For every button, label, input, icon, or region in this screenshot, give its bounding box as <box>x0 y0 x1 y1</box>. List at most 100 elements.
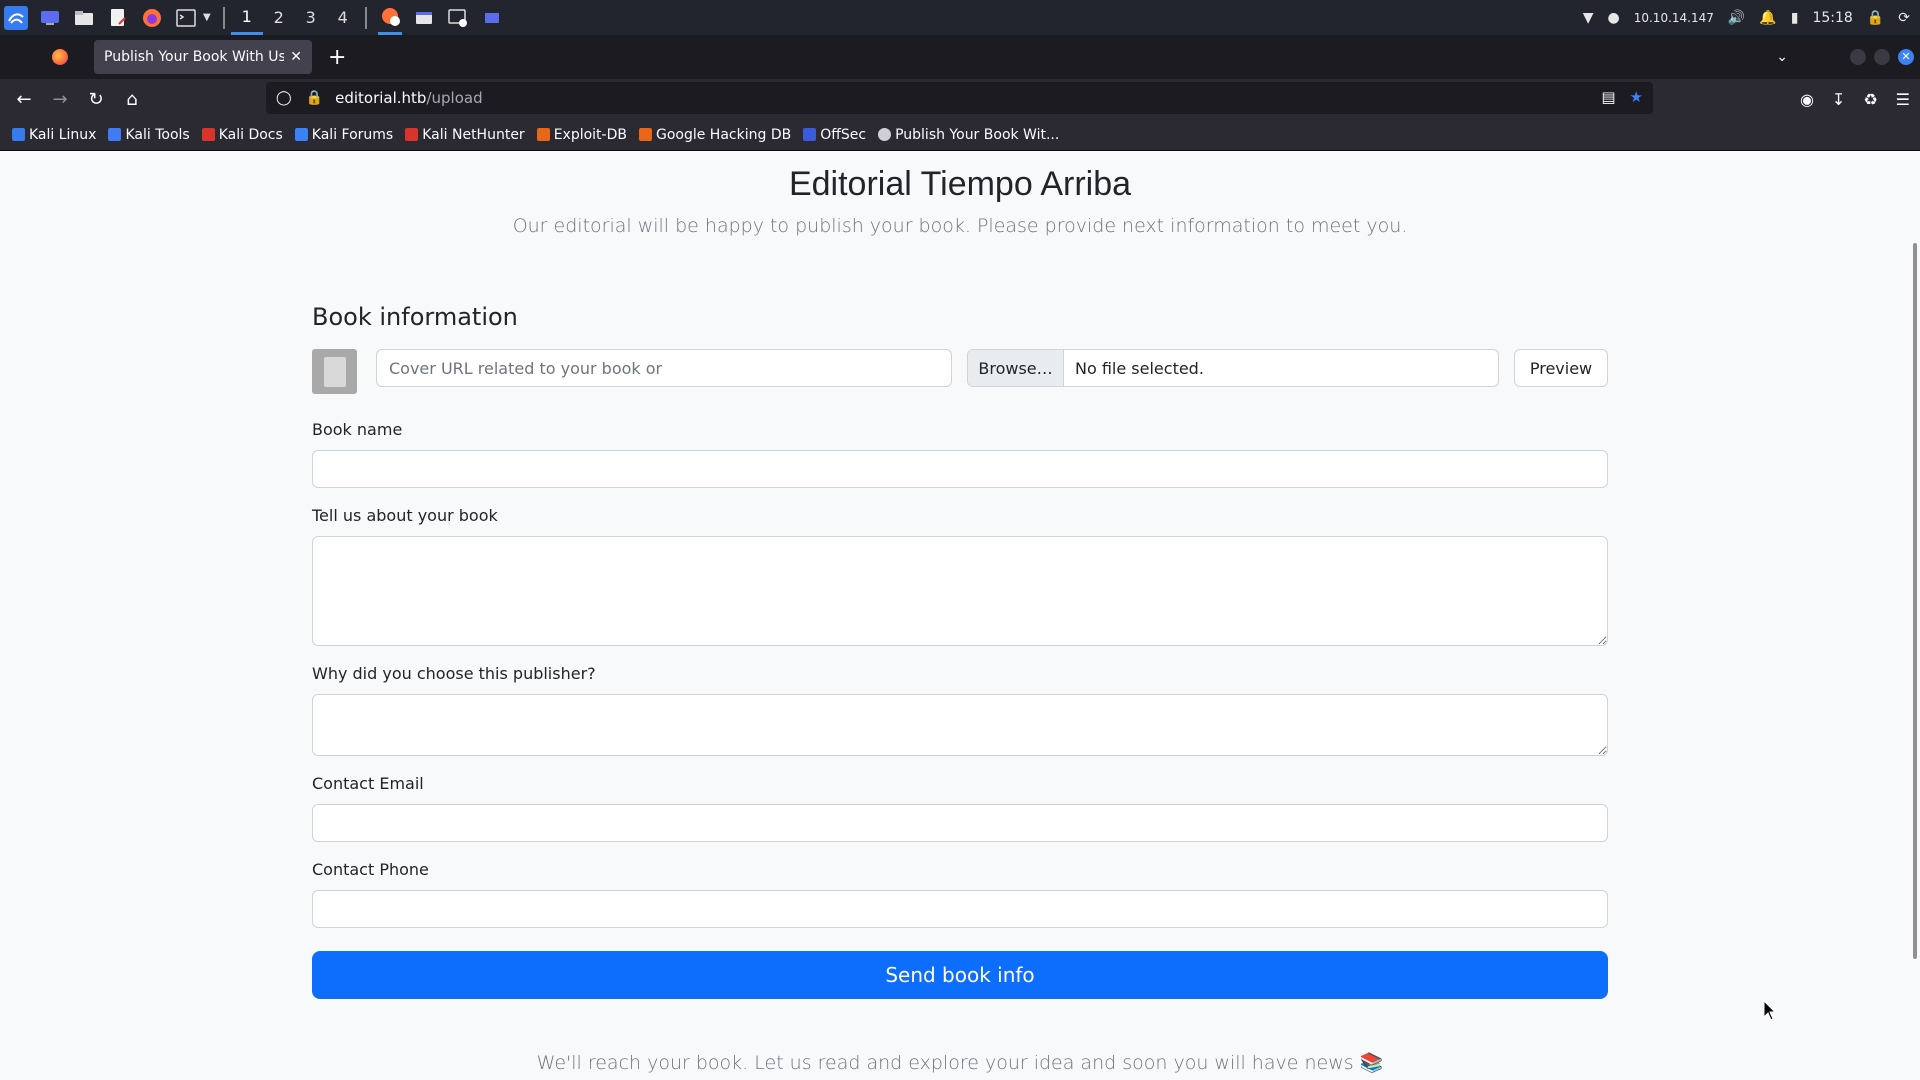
home-icon[interactable]: ⌂ <box>114 89 150 110</box>
downloads-icon[interactable]: ↧ <box>1832 90 1845 109</box>
workspace-4[interactable]: 4 <box>327 0 359 35</box>
file-status: No file selected. <box>1075 358 1204 378</box>
bookmark-label: Kali Tools <box>125 126 190 143</box>
bookmark-label: Kali Linux <box>29 126 97 143</box>
close-tab-icon[interactable]: ✕ <box>290 49 302 65</box>
clock[interactable]: 15:18 <box>1812 10 1852 26</box>
minimize-window-icon[interactable] <box>1850 49 1866 65</box>
pocket-icon[interactable]: ◉ <box>1800 90 1814 109</box>
offsec-icon <box>803 128 817 141</box>
contact-phone-input[interactable] <box>312 890 1608 928</box>
app-menu-icon[interactable]: ☰ <box>1896 90 1910 109</box>
close-window-icon[interactable]: ✕ <box>1898 49 1914 65</box>
kali-docs-icon <box>201 128 215 141</box>
notification-bell-icon[interactable]: 🔔 <box>1759 10 1776 26</box>
desktop-icon[interactable] <box>38 6 62 30</box>
back-icon[interactable]: ← <box>6 89 42 110</box>
bookmark-kali-linux[interactable]: Kali Linux <box>12 127 96 143</box>
exploit-db-icon <box>536 128 550 141</box>
reader-view-icon[interactable]: ▤ <box>1601 88 1615 106</box>
bookmark-label: Kali NetHunter <box>422 126 525 143</box>
bookmark-kali-nethunter[interactable]: Kali NetHunter <box>405 126 525 143</box>
network-icon[interactable]: ▼ <box>1583 10 1594 26</box>
lock-icon[interactable]: 🔒 <box>1867 10 1884 26</box>
workspace-2[interactable]: 2 <box>263 0 295 35</box>
terminal-icon[interactable] <box>174 6 198 30</box>
contact-phone-label: Contact Phone <box>312 860 429 879</box>
about-book-textarea[interactable] <box>312 536 1608 646</box>
lock-icon[interactable]: 🔒 <box>306 90 323 106</box>
bookmark-label: Exploit-DB <box>553 126 627 143</box>
chevron-down-icon[interactable]: ▼ <box>203 12 211 23</box>
bookmark-exploit-db[interactable]: Exploit-DB <box>536 126 627 143</box>
battery-icon[interactable]: ▮ <box>1791 10 1799 26</box>
vpn-ip: 10.10.14.147 <box>1633 10 1714 25</box>
panel-tray: ▼ ● 10.10.14.147 🔊 🔔 ▮ 15:18 🔒 ⟳ <box>1583 0 1920 35</box>
kali-menu-icon[interactable] <box>4 5 28 30</box>
contact-email-input[interactable] <box>312 804 1608 842</box>
vpn-icon[interactable]: ● <box>1608 10 1620 26</box>
bookmark-kali-docs[interactable]: Kali Docs <box>201 126 283 143</box>
send-book-info-button[interactable]: Send book info <box>312 951 1608 999</box>
url-bar[interactable]: ◯ 🔒 editorial.htb/upload ▤ ★ <box>266 82 1653 114</box>
page-scrollbar[interactable] <box>1913 243 1917 959</box>
bookmark-label: Kali Forums <box>311 126 394 143</box>
bookmark-kali-forums[interactable]: Kali Forums <box>294 126 394 143</box>
file-manager-icon[interactable] <box>72 6 96 30</box>
workspace-3[interactable]: 3 <box>295 0 327 35</box>
why-publisher-textarea[interactable] <box>312 694 1608 756</box>
contact-email-label: Contact Email <box>312 774 424 793</box>
desktop-panel: ▼ 1 2 3 4 ▼ ● 10.10.14.147 🔊 🔔 ▮ 15:18 🔒… <box>0 0 1920 35</box>
browser-tab[interactable]: Publish Your Book With Us - ✕ <box>94 40 312 74</box>
bookmark-google-hacking-db[interactable]: Google Hacking DB <box>638 126 792 143</box>
bookmark-publish-your-book[interactable]: Publish Your Book Wit... <box>878 127 1059 143</box>
power-icon[interactable]: ⟳ <box>1898 10 1910 26</box>
bookmark-label: Kali Docs <box>218 126 283 143</box>
why-publisher-label: Why did you choose this publisher? <box>312 664 596 683</box>
extensions-icon[interactable]: ♻ <box>1863 90 1877 109</box>
panel-separator <box>222 6 225 29</box>
nethunter-icon <box>405 128 419 141</box>
footer-text: We'll reach your book. Let us read and e… <box>536 1052 1384 1074</box>
globe-icon <box>878 128 892 141</box>
page-lead: Our editorial will be happy to publish y… <box>512 215 1408 237</box>
bookmarks-toolbar: Kali Linux Kali Tools Kali Docs Kali For… <box>0 119 1920 151</box>
about-book-label: Tell us about your book <box>312 506 498 525</box>
page-title: Editorial Tiempo Arriba <box>788 165 1132 203</box>
forward-icon[interactable]: → <box>42 89 78 110</box>
ghdb-icon <box>638 128 652 141</box>
firefox-icon[interactable] <box>140 6 164 30</box>
preview-button[interactable]: Preview <box>1514 349 1608 387</box>
book-cover-icon <box>323 356 346 387</box>
firefox-view-icon[interactable] <box>52 49 68 65</box>
kali-tools-icon <box>108 128 122 141</box>
volume-icon[interactable]: 🔊 <box>1728 10 1745 26</box>
kali-dragon-icon <box>12 128 25 141</box>
book-name-input[interactable] <box>312 450 1608 488</box>
firefox-window-icon[interactable] <box>377 0 402 35</box>
bookmark-kali-tools[interactable]: Kali Tools <box>108 126 190 143</box>
list-tabs-chevron-icon[interactable]: ⌄ <box>1776 49 1788 65</box>
kali-forums-icon <box>294 128 308 141</box>
text-editor-icon[interactable] <box>106 6 130 30</box>
terminal-window-icon[interactable] <box>446 6 470 30</box>
tracking-shield-icon[interactable]: ◯ <box>276 90 292 106</box>
bookmark-label: Google Hacking DB <box>655 126 792 143</box>
workspace-1[interactable]: 1 <box>230 0 263 35</box>
reload-icon[interactable]: ↻ <box>78 89 114 110</box>
cover-url-input[interactable] <box>376 349 952 387</box>
url-host: editorial.htb <box>335 89 427 107</box>
browser-nav-bar: ← → ↻ ⌂ ◯ 🔒 editorial.htb/upload ▤ ★ ◉ ↧… <box>0 79 1920 119</box>
bookmark-offsec[interactable]: OffSec <box>803 127 866 143</box>
cover-file-input[interactable]: Browse… No file selected. <box>967 349 1499 387</box>
bookmark-label: Publish Your Book Wit... <box>895 126 1060 143</box>
new-tab-icon[interactable]: + <box>328 45 346 70</box>
book-cover-thumbnail <box>312 349 357 394</box>
page-content: Editorial Tiempo Arriba Our editorial wi… <box>0 151 1920 1080</box>
maximize-window-icon[interactable] <box>1874 49 1890 65</box>
blue-window-icon[interactable] <box>480 6 504 30</box>
bookmark-star-icon[interactable]: ★ <box>1630 88 1643 106</box>
bookmark-label: OffSec <box>820 126 867 143</box>
browse-button[interactable]: Browse… <box>968 350 1064 386</box>
window-icon[interactable] <box>412 6 436 30</box>
